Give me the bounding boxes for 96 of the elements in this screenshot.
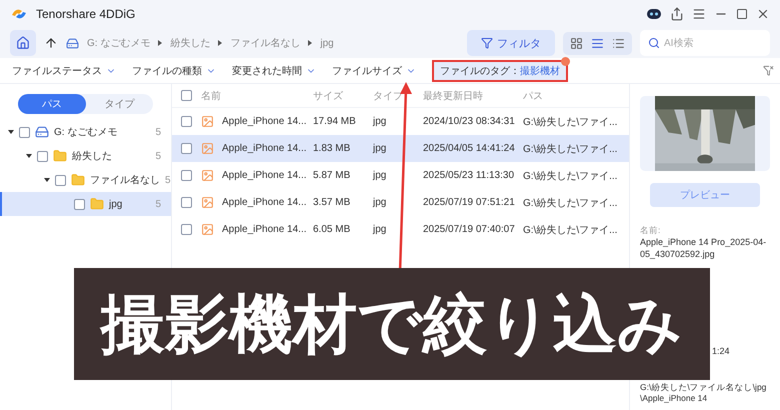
tree-item[interactable]: 紛失した 5 xyxy=(0,144,171,168)
table-cell-text: G:\紛失した\ファイ... xyxy=(523,116,618,128)
table-cell-text: 2025/07/19 07:51:21 xyxy=(423,197,516,208)
table-cell-text: 2025/05/23 11:13:30 xyxy=(423,170,516,181)
table-cell-text: 1.83 MB xyxy=(313,143,352,154)
detail-view-icon xyxy=(591,36,604,50)
table-cell-text: 17.94 MB xyxy=(313,116,357,127)
checkbox[interactable] xyxy=(181,116,192,127)
expand-caret-icon[interactable] xyxy=(26,154,32,158)
separator-icon xyxy=(158,40,162,46)
home-icon xyxy=(16,36,30,50)
checkbox[interactable] xyxy=(181,197,192,208)
file-name: Apple_iPhone 14... xyxy=(222,116,307,127)
separator-icon xyxy=(308,40,312,46)
menu-icon[interactable] xyxy=(692,7,706,21)
table-cell-text: G:\紛失した\ファイ... xyxy=(523,170,618,182)
table-cell-text: 2025/04/05 14:41:24 xyxy=(423,143,516,154)
file-name: Apple_iPhone 14... xyxy=(222,224,307,235)
expand-caret-icon[interactable] xyxy=(8,130,14,134)
drive-icon xyxy=(66,36,79,50)
filter-button[interactable]: フィルタ xyxy=(467,30,555,56)
tree-item[interactable]: G: なごむメモ 5 xyxy=(0,120,171,144)
table-cell-text: 3.57 MB xyxy=(313,197,352,208)
separator-icon xyxy=(218,40,222,46)
item-count: 5 xyxy=(155,198,161,210)
search-field[interactable]: AI検索 xyxy=(640,30,770,56)
robot-icon[interactable] xyxy=(646,8,662,20)
tree-item[interactable]: ファイル名なし 5 xyxy=(0,168,171,192)
folder-icon xyxy=(90,197,104,211)
field-label: 名前: xyxy=(640,225,662,237)
tree-label: 紛失した xyxy=(72,150,113,163)
checkbox[interactable] xyxy=(74,198,85,210)
folder-icon xyxy=(71,173,85,187)
table-cell-text: 6.05 MB xyxy=(313,224,352,235)
tree-item[interactable]: jpg 5 xyxy=(0,192,171,216)
image-file-icon xyxy=(201,223,214,236)
checkbox[interactable] xyxy=(181,170,192,181)
clear-filter-icon[interactable] xyxy=(763,65,774,76)
table-row[interactable]: Apple_iPhone 14... 3.57 MB jpg 2025/07/19 07:51:21 G:\紛失した\ファイ... xyxy=(172,189,629,216)
tree-label: ファイル名なし xyxy=(90,174,160,187)
date-value: 1:24 xyxy=(712,346,731,356)
tree-label: G: なごむメモ xyxy=(54,126,118,139)
item-count: 5 xyxy=(155,150,161,162)
sidebar-tab[interactable]: タイプ xyxy=(86,94,153,114)
checkbox[interactable] xyxy=(37,150,48,162)
table-cell-text: 5.87 MB xyxy=(313,170,352,181)
table-row[interactable]: Apple_iPhone 14... 1.83 MB jpg 2025/04/05 14:41:24 G:\紛失した\ファイ... xyxy=(172,135,629,162)
checkbox[interactable] xyxy=(181,90,192,101)
list-view-icon xyxy=(612,36,625,50)
grid-view-icon xyxy=(570,36,583,50)
table-cell-text: 2024/10/23 08:34:31 xyxy=(423,116,516,127)
filter-dropdown[interactable]: 変更された時間 xyxy=(226,64,322,78)
table-cell-text: G:\紛失した\ファイ... xyxy=(523,142,618,156)
table-cell-text: 2025/07/19 07:40:07 xyxy=(423,224,516,235)
checkbox[interactable] xyxy=(55,174,66,186)
table-cell-text: jpg xyxy=(373,170,388,181)
image-file-icon xyxy=(201,115,214,128)
table-cell-text: jpg xyxy=(373,143,388,154)
table-cell-text: jpg xyxy=(373,116,388,127)
file-name: Apple_iPhone 14... xyxy=(222,143,307,154)
image-file-icon xyxy=(201,142,214,155)
item-count: 5 xyxy=(155,126,161,138)
image-file-icon xyxy=(201,169,214,182)
sidebar-tab[interactable]: パス xyxy=(18,94,86,114)
expand-caret-icon[interactable] xyxy=(44,178,50,182)
image-file-icon xyxy=(201,196,214,209)
filter-dropdown[interactable]: ファイルの種類 xyxy=(126,64,222,78)
checkbox[interactable] xyxy=(181,224,192,235)
table-cell-text: G:\紛失した\ファイ... xyxy=(523,196,618,210)
table-row[interactable]: Apple_iPhone 14... 17.94 MB jpg 2024/10/23 08:34:31 G:\紛失した\ファイ... xyxy=(172,108,629,135)
folder-icon xyxy=(53,149,67,163)
search-icon xyxy=(648,37,660,49)
filter-dropdown[interactable]: ファイルサイズ xyxy=(326,64,422,78)
table-cell-text: jpg xyxy=(373,197,388,208)
tag-filter-chip[interactable]: ファイルのタグ：撮影機材 xyxy=(432,60,568,82)
tree-label: jpg xyxy=(109,198,124,210)
table-cell-text: G:\紛失した\ファイ... xyxy=(523,224,618,236)
window-title: Tenorshare 4DDiG xyxy=(36,7,136,21)
table-cell-text: jpg xyxy=(373,224,388,235)
home-button[interactable] xyxy=(10,30,36,56)
file-name-value: Apple_iPhone 14 Pro_2025-04-05_430702592.jpg xyxy=(640,237,768,260)
filter-icon xyxy=(481,37,493,49)
path-value: G:\紛失した\ファイル名なし\jpg \Apple_iPhone 14 xyxy=(640,382,768,404)
file-name: Apple_iPhone 14... xyxy=(222,197,307,208)
caption-banner: 撮影機材で絞り込み xyxy=(74,268,710,380)
drive-icon xyxy=(35,125,49,139)
file-name: Apple_iPhone 14... xyxy=(222,170,307,181)
table-row[interactable]: Apple_iPhone 14... 5.87 MB jpg 2025/05/23 11:13:30 G:\紛失した\ファイ... xyxy=(172,162,629,189)
maximize-icon[interactable] xyxy=(736,8,748,20)
close-icon[interactable] xyxy=(756,7,770,21)
checkbox[interactable] xyxy=(181,143,192,154)
share-icon[interactable] xyxy=(670,7,684,21)
table-row[interactable]: Apple_iPhone 14... 6.05 MB jpg 2025/07/19 07:40:07 G:\紛失した\ファイ... xyxy=(172,216,629,243)
filter-dropdown[interactable]: ファイルステータス xyxy=(6,64,122,78)
checkbox[interactable] xyxy=(19,126,30,138)
item-count: 5 xyxy=(165,174,171,186)
